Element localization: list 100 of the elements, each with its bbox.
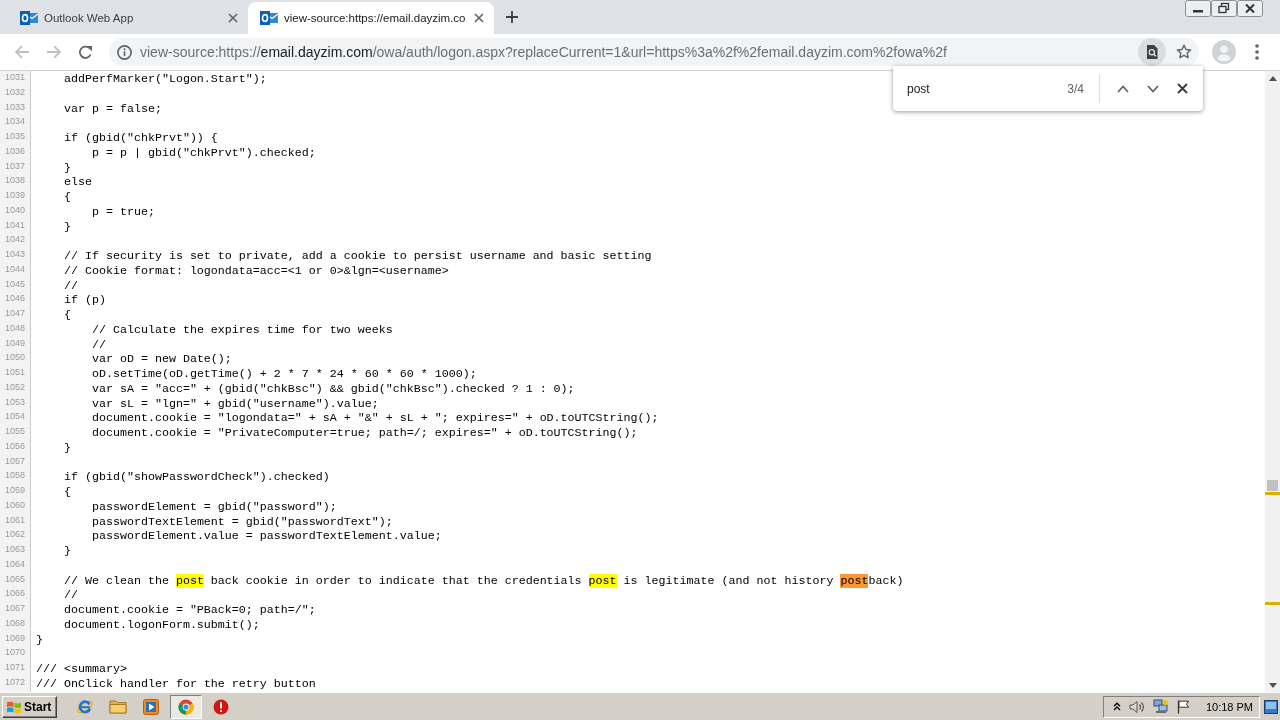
code-line: // — [63, 278, 78, 294]
line-number: 1053 — [3, 396, 26, 409]
code-line: } — [63, 160, 71, 176]
find-field[interactable]: post — [907, 79, 1060, 98]
close-icon[interactable] — [228, 13, 238, 23]
code-line: p = true; — [91, 204, 155, 220]
line-number: 1045 — [3, 278, 26, 291]
line-number: 1048 — [3, 322, 26, 335]
code-line: // Calculate the expires time for two weeks — [91, 322, 393, 338]
line-number: 1052 — [3, 381, 26, 394]
line-number: 1059 — [3, 485, 26, 497]
info-icon[interactable] — [117, 44, 132, 60]
close-icon[interactable] — [1177, 83, 1188, 94]
taskbar-button[interactable] — [170, 694, 203, 719]
line-number: 1061 — [3, 514, 26, 527]
scroll-up-icon[interactable] — [1268, 76, 1277, 81]
code-line: document.cookie = "PBack=0; path=/"; — [63, 603, 316, 618]
line-number: 1032 — [3, 86, 26, 99]
code-line: } — [63, 219, 71, 235]
line-number: 1046 — [3, 293, 26, 306]
chevron-down-icon[interactable] — [1147, 84, 1159, 93]
line-number: 1040 — [3, 204, 26, 217]
code-line: if (gbid("showPasswordCheck").checked) — [63, 470, 330, 485]
star-icon[interactable] — [1176, 44, 1192, 60]
line-number: 1058 — [3, 470, 26, 483]
line-number: 1068 — [3, 617, 26, 630]
code-line: /// OnClick handler for the retry button — [36, 676, 316, 692]
line-number: 1060 — [3, 499, 26, 512]
code-line: if (gbid("chkPrvt")) { — [63, 131, 218, 146]
line-number: 1035 — [3, 131, 26, 143]
circle-logo-icon[interactable] — [178, 698, 195, 715]
line-number: 1072 — [3, 676, 26, 689]
page-search-icon[interactable] — [1138, 38, 1166, 66]
chevron-up-icon[interactable] — [1112, 702, 1121, 711]
url-text[interactable]: view-source:https://email.dayzim.com/owa/auth/logon.aspx?replaceCurrent=1&url=https%3a%2f%2femail.dayzim.com%2fowa%2f — [140, 44, 1138, 60]
line-number: 1044 — [3, 263, 26, 276]
line-number: 1049 — [3, 337, 26, 350]
line-number: 1070 — [3, 647, 26, 660]
line-number: 1050 — [3, 352, 26, 365]
code-line: passwordElement = gbid("password"); — [91, 499, 337, 515]
reload-icon[interactable] — [78, 44, 93, 60]
line-number: 1063 — [3, 544, 26, 556]
plus-icon[interactable] — [505, 11, 518, 23]
line-number: 1062 — [3, 529, 26, 542]
network-icon[interactable] — [1152, 699, 1169, 714]
line-number: 1033 — [3, 101, 26, 114]
line-number: 1038 — [3, 175, 26, 188]
play-icon[interactable] — [143, 698, 160, 715]
desktop-icon[interactable] — [1264, 699, 1278, 714]
code-line: } — [63, 544, 71, 559]
restore-icon[interactable] — [1211, 0, 1237, 17]
minimize-icon[interactable] — [1185, 0, 1211, 17]
code-line: oD.setTime(oD.getTime() + 2 * 7 * 24 * 60 * 60 * 1000); — [91, 367, 477, 382]
line-number: 1039 — [3, 190, 26, 202]
scrollbar-match-marker — [1265, 492, 1280, 495]
code-line: { — [63, 308, 71, 323]
code-line: addPerfMarker("Logon.Start"); — [63, 72, 267, 87]
line-number: 1031 — [3, 72, 26, 84]
scrollbar-thumb[interactable] — [1267, 480, 1278, 491]
waving-flag-icon — [6, 699, 22, 714]
browser-tab[interactable]: Outlook Web App — [8, 2, 248, 34]
code-line: // Cookie format: logondata=acc=<1 or 0>&lgn=<username> — [63, 263, 449, 279]
close-icon[interactable] — [473, 13, 484, 23]
line-number: 1037 — [3, 160, 26, 173]
scrollbar-match-marker — [1265, 602, 1280, 605]
code-line: var sL = "lgn=" + gbid("username").value; — [91, 396, 379, 412]
line-number: 1069 — [3, 632, 26, 645]
code-line: document.cookie = "PrivateComputer=true; path=/; expires=" + oD.toUTCString(); — [91, 426, 638, 441]
code-line: var p = false; — [63, 101, 162, 117]
line-number: 1064 — [3, 558, 26, 571]
line-number: 1051 — [3, 367, 26, 379]
line-number: 1056 — [3, 440, 26, 453]
code-line: document.logonForm.submit(); — [63, 617, 260, 633]
mail-icon — [20, 10, 38, 26]
code-line: } — [63, 440, 71, 456]
code-line: } — [36, 632, 43, 648]
code-line: { — [63, 190, 71, 205]
code-line: var oD = new Date(); — [91, 352, 232, 367]
scrollbar[interactable] — [1265, 71, 1280, 692]
line-number: 1057 — [3, 455, 26, 468]
browser-tab[interactable]: view-source:https://email.dayzim.co — [248, 2, 494, 34]
menu-icon[interactable] — [1255, 44, 1259, 60]
address-bar[interactable]: view-source:https://email.dayzim.com/owa/auth/logon.aspx?replaceCurrent=1&url=https%3a%2f%2femail.dayzim.com%2fowa%2f — [109, 38, 1199, 66]
line-number: 1054 — [3, 411, 26, 424]
alert-icon[interactable] — [213, 698, 230, 715]
start-button[interactable]: Start — [2, 695, 58, 718]
chevron-up-icon[interactable] — [1117, 84, 1129, 93]
browser-icon[interactable] — [76, 697, 95, 716]
scroll-down-icon[interactable] — [1268, 683, 1277, 688]
code-line: passwordElement.value = passwordTextElement.value; — [91, 529, 442, 544]
line-number: 1055 — [3, 426, 26, 438]
line-number: 1065 — [3, 573, 26, 586]
flag-icon[interactable] — [1176, 699, 1190, 714]
close-icon[interactable] — [1237, 0, 1263, 17]
code-line: else — [63, 175, 92, 190]
speaker-icon[interactable] — [1128, 699, 1145, 714]
code-line: // — [91, 337, 106, 353]
code-line: passwordTextElement = gbid("passwordText"); — [91, 514, 393, 530]
code-line: p = p | gbid("chkPrvt").checked; — [91, 145, 316, 161]
code-line: // — [63, 588, 78, 603]
